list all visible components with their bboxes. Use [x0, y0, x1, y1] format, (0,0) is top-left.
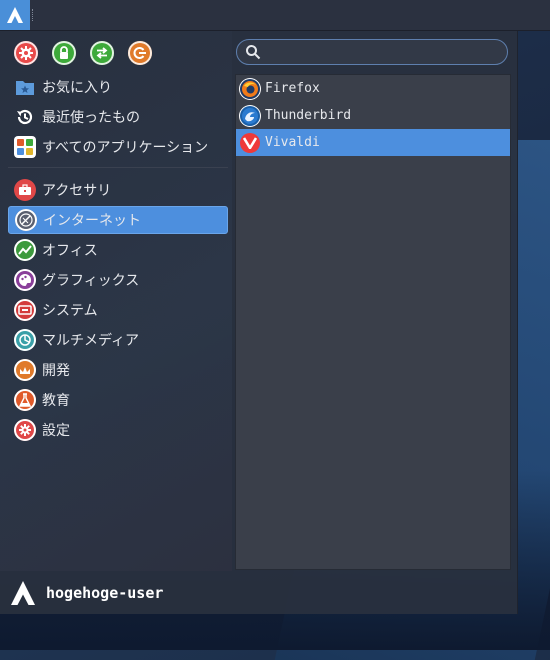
multimedia-icon — [14, 329, 36, 351]
category-label: アクセサリ — [42, 183, 112, 199]
category-development[interactable]: 開発 — [8, 356, 228, 384]
folder-star-icon — [14, 76, 36, 98]
switch-user-button[interactable] — [90, 41, 114, 65]
app-label: Vivaldi — [265, 135, 320, 150]
top-panel — [0, 0, 550, 31]
palette-icon — [14, 269, 36, 291]
drag-handle-icon[interactable] — [32, 9, 36, 21]
system-icon — [14, 299, 36, 321]
firefox-icon — [240, 78, 260, 99]
category-favorites[interactable]: お気に入り — [8, 73, 228, 101]
category-label: 設定 — [42, 423, 70, 439]
category-label: マルチメディア — [42, 333, 140, 349]
user-info[interactable]: hogehoge-user — [10, 579, 163, 607]
search-input[interactable] — [267, 42, 501, 64]
category-graphics[interactable]: グラフィックス — [8, 266, 228, 294]
settings-gear-icon — [14, 419, 36, 441]
category-system[interactable]: システム — [8, 296, 228, 324]
category-internet[interactable]: インターネット — [8, 206, 228, 234]
arch-logo-icon — [11, 581, 35, 605]
category-list: お気に入り 最近使ったもの すべてのアプリケーション アクセサリ インターネット… — [8, 73, 228, 446]
category-recent[interactable]: 最近使ったもの — [8, 103, 228, 131]
gear-icon — [19, 46, 33, 60]
category-label: 開発 — [42, 363, 70, 379]
development-icon — [14, 359, 36, 381]
app-thunderbird[interactable]: Thunderbird — [236, 102, 510, 129]
category-separator — [8, 167, 228, 168]
power-icon — [133, 47, 146, 59]
vivaldi-icon — [240, 132, 260, 153]
grid-apps-icon — [14, 136, 36, 158]
application-list: Firefox Thunderbird Vivaldi — [235, 74, 511, 570]
toolbox-icon — [14, 179, 36, 201]
category-label: オフィス — [42, 243, 98, 259]
search-box[interactable] — [236, 39, 508, 65]
category-accessories[interactable]: アクセサリ — [8, 176, 228, 204]
chart-line-icon — [14, 239, 36, 261]
category-education[interactable]: 教育 — [8, 386, 228, 414]
category-label: 教育 — [42, 393, 70, 409]
app-label: Thunderbird — [265, 108, 352, 123]
arch-logo-icon[interactable] — [0, 0, 30, 30]
logout-button[interactable] — [128, 41, 152, 65]
category-label: インターネット — [43, 213, 141, 229]
app-firefox[interactable]: Firefox — [236, 75, 510, 102]
category-label: お気に入り — [42, 80, 112, 96]
globe-icon — [15, 209, 37, 231]
lock-icon — [60, 46, 68, 59]
settings-button[interactable] — [14, 41, 38, 65]
category-label: システム — [42, 303, 98, 319]
app-vivaldi[interactable]: Vivaldi — [236, 129, 510, 156]
flask-icon — [14, 389, 36, 411]
application-menu: お気に入り 最近使ったもの すべてのアプリケーション アクセサリ インターネット… — [0, 31, 518, 614]
app-label: Firefox — [265, 81, 320, 96]
action-buttons — [14, 41, 152, 65]
search-icon — [246, 45, 261, 60]
category-settings[interactable]: 設定 — [8, 416, 228, 444]
category-label: 最近使ったもの — [42, 110, 140, 126]
category-multimedia[interactable]: マルチメディア — [8, 326, 228, 354]
category-all-applications[interactable]: すべてのアプリケーション — [8, 133, 228, 161]
thunderbird-icon — [240, 105, 260, 126]
category-office[interactable]: オフィス — [8, 236, 228, 264]
category-label: すべてのアプリケーション — [42, 140, 209, 156]
user-name: hogehoge-user — [46, 584, 164, 602]
category-label: グラフィックス — [42, 273, 140, 289]
lock-button[interactable] — [52, 41, 76, 65]
switch-arrows-icon — [96, 47, 108, 59]
history-icon — [14, 106, 36, 128]
